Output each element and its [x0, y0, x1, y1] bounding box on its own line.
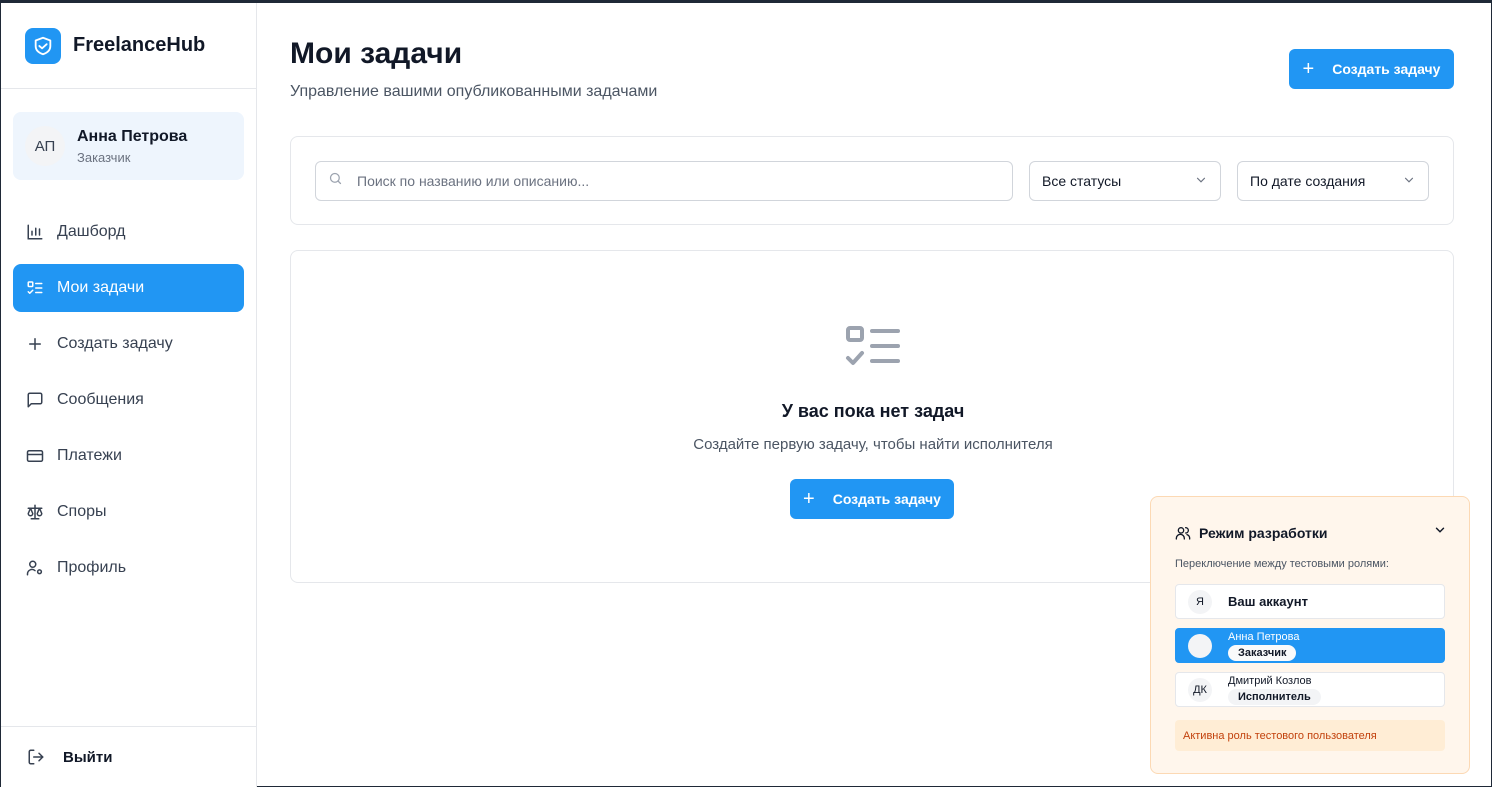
avatar: АП [25, 126, 65, 166]
create-task-label: Создать задачу [1332, 61, 1441, 77]
avatar: ДК [1188, 677, 1212, 702]
task-list-icon [25, 278, 45, 298]
chevron-down-icon [1402, 173, 1416, 190]
dev-panel-label: Переключение между тестовыми ролями: [1175, 558, 1389, 570]
sidebar-item-create-task[interactable]: Создать задачу [13, 320, 244, 368]
task-list-icon [845, 325, 901, 376]
sidebar-item-label: Создать задачу [57, 335, 173, 352]
bar-chart-icon [25, 222, 45, 242]
message-icon [25, 390, 45, 410]
sidebar-item-label: Споры [57, 503, 107, 520]
sidebar-item-label: Сообщения [57, 391, 144, 408]
logout-icon [27, 748, 45, 766]
search-input[interactable] [357, 173, 997, 189]
role-option-own-account[interactable]: Я Ваш аккаунт [1175, 584, 1445, 619]
sort-select[interactable]: По дате создания [1237, 161, 1429, 201]
empty-create-task-label: Создать задачу [832, 491, 941, 507]
logout-label: Выйти [63, 748, 113, 766]
page-title: Мои задачи [290, 37, 463, 70]
brand[interactable]: FreelanceHub [1, 3, 256, 89]
scale-icon [25, 502, 45, 522]
sort-select-value: По дате создания [1250, 173, 1366, 189]
user-settings-icon [25, 558, 45, 578]
role-name: Ваш аккаунт [1228, 594, 1308, 609]
chevron-down-icon[interactable] [1433, 523, 1447, 542]
role-badge: Заказчик [1228, 644, 1297, 661]
handshake-icon [25, 27, 61, 64]
role-option-freelancer[interactable]: ДК Дмитрий Козлов Исполнитель [1175, 672, 1445, 707]
create-task-button[interactable]: + Создать задачу [1289, 49, 1454, 89]
sidebar-item-my-tasks[interactable]: Мои задачи [13, 264, 244, 312]
users-icon [1175, 525, 1191, 541]
sidebar-item-disputes[interactable]: Споры [13, 488, 244, 536]
sidebar: FreelanceHub АП Анна Петрова Заказчик Да… [1, 3, 257, 787]
sidebar-item-dashboard[interactable]: Дашборд [13, 208, 244, 256]
page-subtitle: Управление вашими опубликованными задача… [290, 83, 658, 100]
role-name: Дмитрий Козлов [1228, 674, 1312, 687]
logout-button[interactable]: Выйти [1, 726, 257, 787]
empty-state-title: У вас пока нет задач [781, 401, 965, 421]
dev-panel-note: Активна роль тестового пользователя [1175, 720, 1445, 751]
empty-state-text: Создайте первую задачу, чтобы найти испо… [693, 436, 1053, 453]
user-name: Анна Петрова [77, 127, 188, 145]
role-option-customer[interactable]: Анна Петрова Заказчик [1175, 628, 1445, 663]
sidebar-item-label: Профиль [57, 559, 127, 576]
user-card[interactable]: АП Анна Петрова Заказчик [13, 112, 244, 180]
user-role: Заказчик [77, 149, 131, 165]
sidebar-item-label: Платежи [57, 447, 122, 464]
avatar: Я [1188, 589, 1212, 614]
sidebar-item-payments[interactable]: Платежи [13, 432, 244, 480]
avatar [1188, 633, 1212, 658]
chevron-down-icon [1194, 173, 1208, 190]
sidebar-item-label: Дашборд [57, 223, 126, 240]
plus-icon [25, 334, 45, 354]
empty-create-task-button[interactable]: + Создать задачу [790, 479, 954, 519]
plus-icon: + [1302, 58, 1315, 80]
role-name: Анна Петрова [1228, 630, 1300, 643]
sidebar-item-label: Мои задачи [57, 279, 145, 296]
plus-icon: + [803, 488, 815, 510]
sidebar-item-messages[interactable]: Сообщения [13, 376, 244, 424]
search-box[interactable] [315, 161, 1013, 201]
filter-bar: Все статусы По дате создания [290, 136, 1454, 225]
role-badge: Исполнитель [1228, 688, 1321, 705]
search-icon [328, 171, 343, 191]
sidebar-item-profile[interactable]: Профиль [13, 544, 244, 592]
brand-name: FreelanceHub [73, 34, 206, 56]
sidebar-nav: Дашборд Мои задачи Создать задачу Сообще… [13, 208, 244, 600]
dev-mode-panel: Режим разработки Переключение между тест… [1150, 496, 1470, 774]
status-select[interactable]: Все статусы [1029, 161, 1221, 201]
dev-panel-header[interactable]: Режим разработки [1175, 523, 1447, 542]
credit-card-icon [25, 446, 45, 466]
dev-panel-title: Режим разработки [1199, 524, 1328, 541]
status-select-value: Все статусы [1042, 173, 1122, 189]
